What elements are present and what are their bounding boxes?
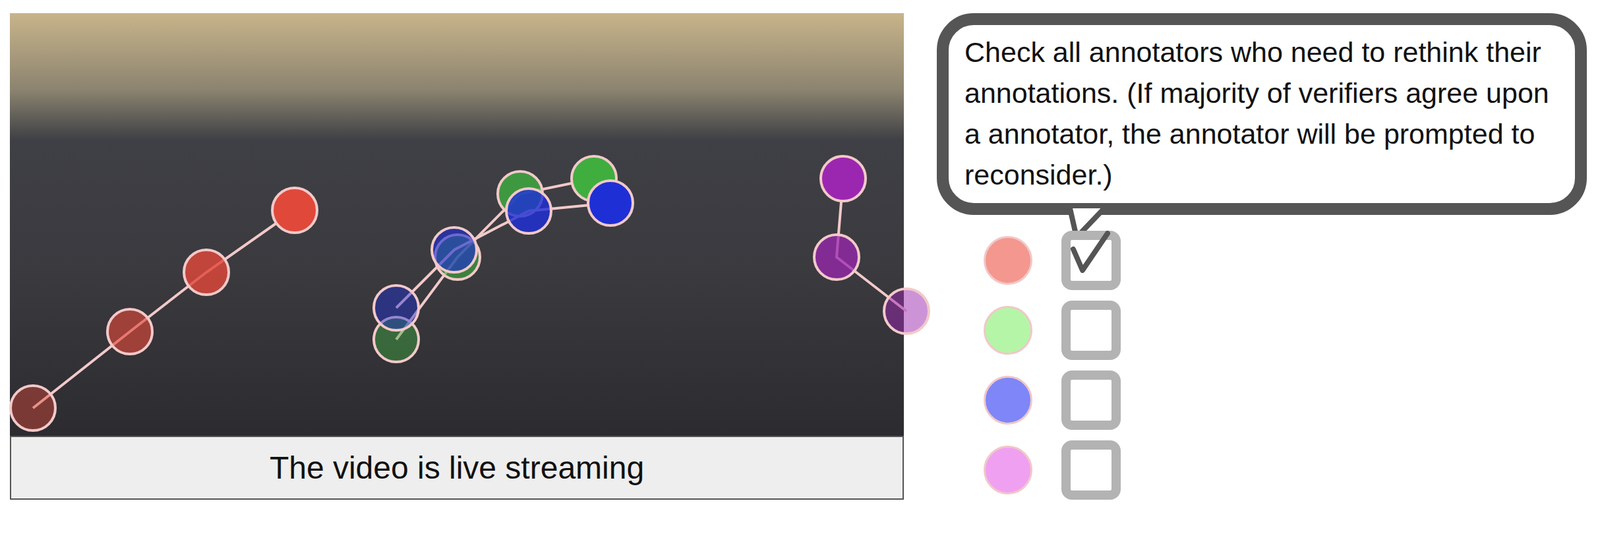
annotation-point[interactable] [884, 288, 929, 334]
annotator-row [983, 435, 1587, 505]
annotator-checkbox[interactable] [1061, 370, 1121, 430]
trajectory [814, 156, 929, 334]
annotation-point[interactable] [10, 385, 56, 431]
trajectory [373, 156, 617, 362]
annotation-point[interactable] [814, 234, 860, 280]
annotation-point[interactable] [506, 188, 552, 234]
annotator-row [983, 225, 1587, 296]
video-frame [9, 13, 904, 436]
trajectory [10, 187, 318, 431]
verify-panel: Check all annotators who need to rethink… [936, 13, 1587, 534]
video-panel: The video is live streaming [9, 13, 904, 534]
annotation-point[interactable] [820, 156, 866, 202]
annotation-point[interactable] [107, 309, 153, 355]
annotator-dot [983, 445, 1033, 495]
trajectory-line [396, 178, 594, 340]
annotator-list [936, 225, 1587, 505]
annotation-point[interactable] [373, 285, 419, 331]
annotator-row [983, 365, 1587, 436]
annotation-point[interactable] [272, 187, 318, 233]
annotator-dot [983, 305, 1033, 355]
verification-page: The video is live streaming Check all ann… [0, 0, 1600, 534]
annotator-dot [983, 236, 1033, 285]
annotation-point[interactable] [588, 180, 633, 226]
annotator-row [983, 295, 1587, 366]
check-icon [1066, 229, 1113, 276]
prompt-bubble: Check all annotators who need to rethink… [936, 13, 1587, 215]
annotation-point[interactable] [431, 227, 477, 273]
trajectory-line [396, 203, 611, 308]
annotator-checkbox[interactable] [1061, 300, 1121, 360]
annotator-checkbox[interactable] [1061, 440, 1121, 500]
trajectory-line [32, 210, 295, 409]
annotator-dot [983, 375, 1033, 425]
video-stage [9, 13, 904, 436]
annotation-point[interactable] [183, 249, 229, 295]
annotator-checkbox[interactable] [1061, 230, 1121, 291]
trajectory [373, 180, 633, 331]
trajectory-overlay [9, 13, 933, 436]
video-caption: The video is live streaming [9, 435, 904, 500]
prompt-text: Check all annotators who need to rethink… [964, 31, 1561, 196]
